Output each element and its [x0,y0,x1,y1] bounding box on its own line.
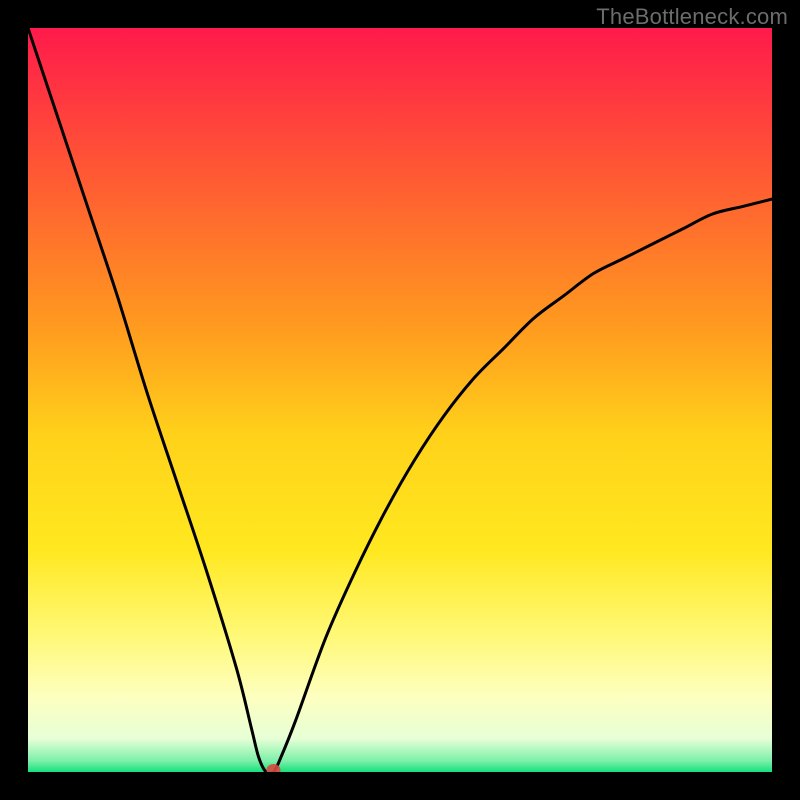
frame: TheBottleneck.com [0,0,800,800]
gradient-background [28,28,772,772]
plot-area [28,28,772,772]
watermark-text: TheBottleneck.com [596,4,788,30]
chart-svg [28,28,772,772]
